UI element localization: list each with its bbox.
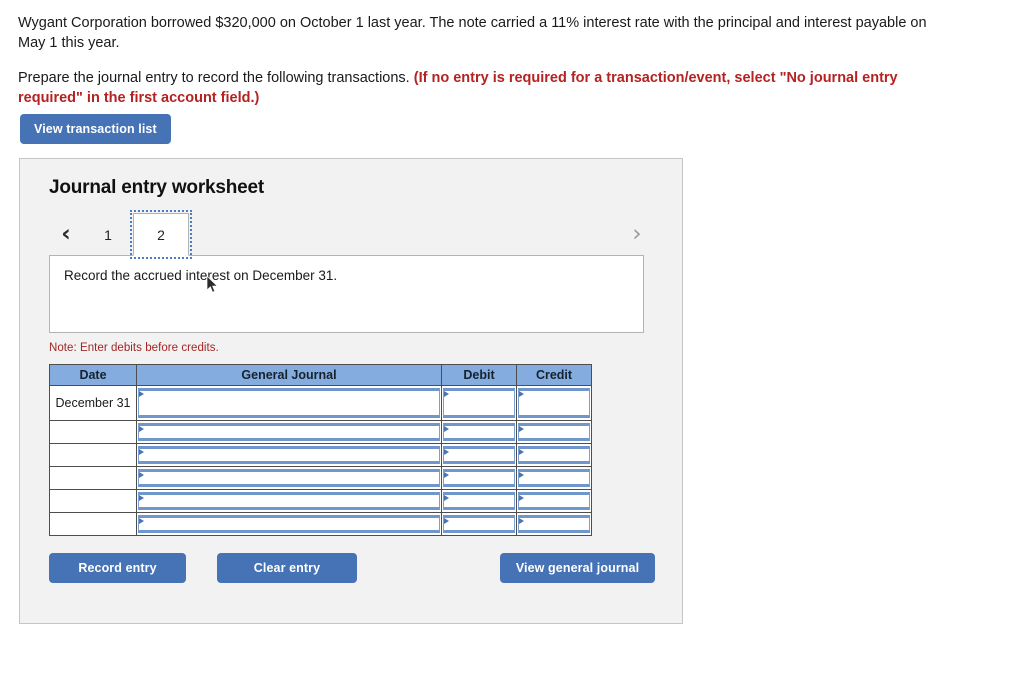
cell-debit-3[interactable]: [441, 443, 517, 468]
cell-date-2[interactable]: [49, 420, 137, 445]
cell-credit-5[interactable]: [516, 489, 592, 514]
cell-debit-1[interactable]: [441, 385, 517, 422]
credit-input-4[interactable]: [518, 469, 590, 488]
account-select-2[interactable]: [138, 423, 440, 442]
general-journal-table: Date General Journal Debit Credit Decemb…: [49, 364, 592, 537]
view-general-journal-button[interactable]: View general journal: [500, 553, 655, 584]
cell-credit-1[interactable]: [516, 385, 592, 422]
cell-credit-4[interactable]: [516, 466, 592, 491]
credit-input-6[interactable]: [518, 515, 590, 534]
cell-credit-6[interactable]: [516, 512, 592, 537]
cell-debit-5[interactable]: [441, 489, 517, 514]
table-row: [49, 443, 592, 468]
cell-account-1[interactable]: [136, 385, 442, 422]
column-header-debit: Debit: [441, 364, 517, 387]
credit-input-2[interactable]: [518, 423, 590, 442]
table-row: [49, 512, 592, 537]
cell-date-3[interactable]: [49, 443, 137, 468]
cell-credit-3[interactable]: [516, 443, 592, 468]
account-select-3[interactable]: [138, 446, 440, 465]
cell-account-2[interactable]: [136, 420, 442, 445]
cell-account-5[interactable]: [136, 489, 442, 514]
credit-input-3[interactable]: [518, 446, 590, 465]
cell-debit-6[interactable]: [441, 512, 517, 537]
table-row: [49, 466, 592, 491]
tab-entry-1[interactable]: 1: [83, 213, 133, 256]
cell-date-1[interactable]: December 31: [49, 385, 137, 422]
cell-credit-2[interactable]: [516, 420, 592, 445]
cell-debit-4[interactable]: [441, 466, 517, 491]
transaction-description-text: Record the accrued interest on December …: [64, 268, 338, 284]
view-transaction-list-button[interactable]: View transaction list: [20, 114, 171, 145]
debit-input-4[interactable]: [443, 469, 515, 488]
worksheet-footer: Record entry Clear entry View general jo…: [49, 553, 655, 584]
problem-statement: Wygant Corporation borrowed $320,000 on …: [0, 0, 975, 108]
debit-input-3[interactable]: [443, 446, 515, 465]
toolbar: View transaction list: [0, 108, 1025, 145]
next-page-chevron-icon[interactable]: ›: [620, 213, 654, 256]
cell-account-3[interactable]: [136, 443, 442, 468]
account-select-5[interactable]: [138, 492, 440, 511]
clear-entry-button[interactable]: Clear entry: [217, 553, 357, 584]
problem-paragraph-2: Prepare the journal entry to record the …: [18, 69, 955, 108]
column-header-general-journal: General Journal: [136, 364, 442, 387]
cell-date-6[interactable]: [49, 512, 137, 537]
debits-before-credits-note: Note: Enter debits before credits.: [49, 342, 219, 355]
cell-account-6[interactable]: [136, 512, 442, 537]
column-header-date: Date: [49, 364, 137, 387]
table-row: December 31: [49, 385, 592, 422]
table-row: [49, 489, 592, 514]
account-select-4[interactable]: [138, 469, 440, 488]
debit-input-5[interactable]: [443, 492, 515, 511]
table-header-row: Date General Journal Debit Credit: [49, 364, 592, 387]
cell-account-4[interactable]: [136, 466, 442, 491]
page-title: Journal entry worksheet: [49, 177, 265, 199]
transaction-description-box: Record the accrued interest on December …: [49, 255, 644, 334]
table-row: [49, 420, 592, 445]
account-select-1[interactable]: [138, 388, 440, 419]
debit-input-2[interactable]: [443, 423, 515, 442]
problem-instruction-text: Prepare the journal entry to record the …: [18, 70, 414, 87]
credit-input-5[interactable]: [518, 492, 590, 511]
cell-debit-2[interactable]: [441, 420, 517, 445]
column-header-credit: Credit: [516, 364, 592, 387]
debit-input-1[interactable]: [443, 388, 515, 419]
previous-page-chevron-icon[interactable]: ‹: [49, 213, 83, 256]
journal-entry-worksheet-panel: Journal entry worksheet ‹ 1 2 › Record t…: [19, 158, 683, 625]
tab-entry-2[interactable]: 2: [130, 210, 192, 260]
problem-paragraph-1: Wygant Corporation borrowed $320,000 on …: [18, 15, 927, 51]
credit-input-1[interactable]: [518, 388, 590, 419]
debit-input-6[interactable]: [443, 515, 515, 534]
account-select-6[interactable]: [138, 515, 440, 534]
cell-date-4[interactable]: [49, 466, 137, 491]
record-entry-button[interactable]: Record entry: [49, 553, 186, 584]
worksheet-pager: ‹ 1 2 ›: [49, 210, 654, 260]
cell-date-5[interactable]: [49, 489, 137, 514]
